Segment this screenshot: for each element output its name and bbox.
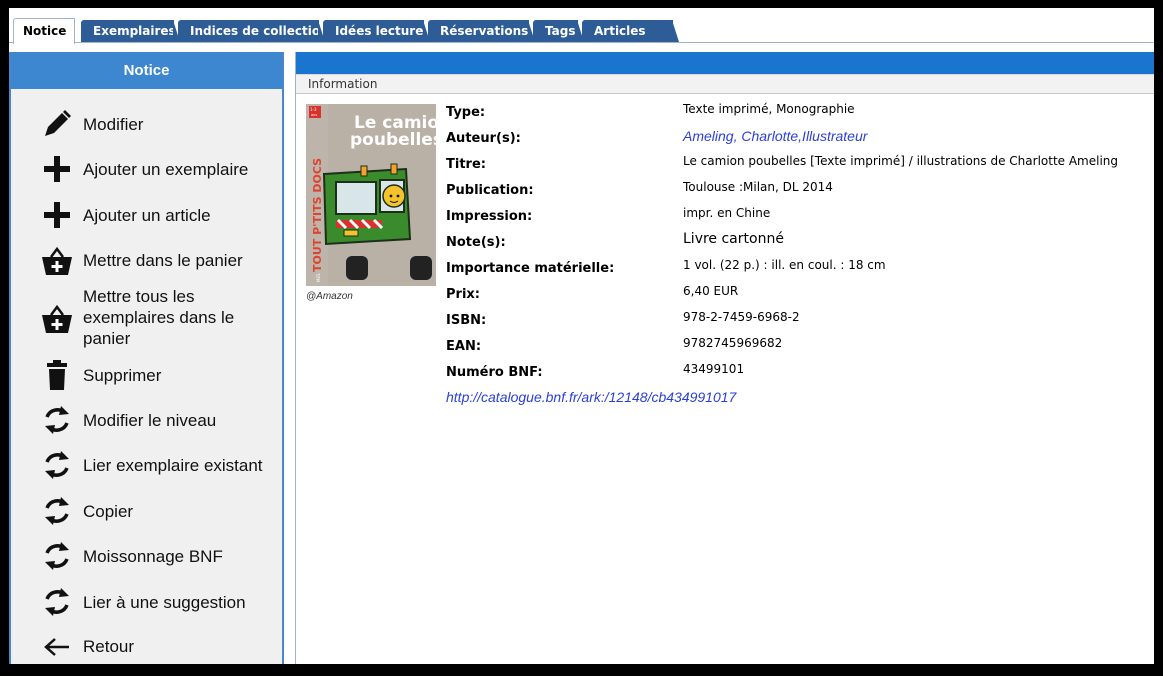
- menu-item-label: Lier exemplaire existant: [83, 456, 263, 475]
- menu-item-label: Copier: [83, 502, 134, 521]
- refresh-icon: [40, 448, 74, 482]
- book-cover-image: 1-3 ans TOUT P'TITS DOCS MES Le camion p…: [306, 104, 436, 286]
- app-window: Notice Exemplaires Indices de collection…: [9, 8, 1154, 664]
- menu-item-ajouter-exemplaire[interactable]: Ajouter un exemplaire: [11, 151, 282, 187]
- menu-item-retour[interactable]: Retour: [11, 629, 282, 664]
- menu-item-label: Modifier: [83, 115, 144, 134]
- menu-item-copier[interactable]: Copier: [11, 492, 282, 530]
- field-notes-label: Note(s):: [446, 235, 506, 250]
- svg-text:MES: MES: [316, 273, 321, 282]
- svg-text:ans: ans: [311, 113, 317, 117]
- field-bnf-value: 43499101: [683, 362, 745, 376]
- menu-item-mettre-dans-panier[interactable]: Mettre dans le panier: [11, 242, 282, 280]
- tab-indices-de-collection[interactable]: Indices de collection: [178, 20, 329, 42]
- menu-item-label: Ajouter un article: [83, 206, 211, 225]
- basket-plus-icon: [40, 245, 74, 279]
- menu-item-label: Ajouter un exemplaire: [83, 160, 249, 179]
- tab-exemplaires[interactable]: Exemplaires: [81, 20, 180, 42]
- menu-item-label: Supprimer: [83, 366, 162, 385]
- field-titre-value: Le camion poubelles [Texte imprimé] / il…: [683, 154, 1119, 168]
- tab-idees-lectures[interactable]: Idées lectures: [323, 20, 431, 42]
- main-panel: Information 1-3 ans TOUT P'TITS DOCS MES…: [295, 52, 1154, 664]
- field-prix-value: 6,40 EUR: [683, 284, 739, 298]
- menu-item-label: Modifier le niveau: [83, 411, 217, 430]
- field-type-label: Type:: [446, 105, 486, 120]
- field-auteur-link[interactable]: Ameling, Charlotte,Illustrateur: [683, 128, 867, 144]
- tab-articles[interactable]: Articles: [582, 20, 679, 42]
- refresh-icon: [40, 585, 74, 619]
- arrow-left-icon: [40, 630, 74, 664]
- section-title: Information: [296, 74, 1154, 94]
- menu-item-lier-exemplaire-existant[interactable]: Lier exemplaire existant: [11, 446, 282, 484]
- tab-reservations[interactable]: Réservations: [428, 20, 535, 42]
- menu-item-label: Lier à une suggestion: [83, 593, 246, 612]
- svg-text:poubelles: poubelles: [350, 130, 436, 150]
- main-header-bar: [296, 52, 1154, 74]
- field-ean-label: EAN:: [446, 339, 482, 354]
- tab-bar: Notice Exemplaires Indices de collection…: [9, 8, 1154, 44]
- field-titre-label: Titre:: [446, 157, 486, 172]
- field-type-value: Texte imprimé, Monographie: [683, 102, 855, 116]
- field-auteur-label: Auteur(s):: [446, 131, 521, 146]
- menu-item-moissonnage-bnf[interactable]: Moissonnage BNF: [11, 537, 282, 575]
- svg-text:1-3: 1-3: [310, 107, 317, 112]
- field-importance-value: 1 vol. (22 p.) : ill. en coul. : 18 cm: [683, 258, 886, 272]
- basket-plus-icon: [40, 303, 74, 337]
- pencil-icon: [40, 107, 74, 141]
- menu-item-ajouter-article[interactable]: Ajouter un article: [11, 197, 282, 233]
- field-bnf-label: Numéro BNF:: [446, 365, 543, 380]
- menu-item-modifier-niveau[interactable]: Modifier le niveau: [11, 401, 282, 439]
- field-isbn-label: ISBN:: [446, 313, 487, 328]
- field-isbn-value: 978-2-7459-6968-2: [683, 310, 800, 324]
- plus-icon: [40, 198, 74, 232]
- field-ean-value: 9782745969682: [683, 336, 783, 350]
- menu-item-label: Mettre tous les exemplaires dans le pani…: [83, 287, 235, 348]
- menu-item-modifier[interactable]: Modifier: [11, 106, 282, 142]
- menu-item-label: Mettre dans le panier: [83, 251, 243, 270]
- menu-item-lier-suggestion[interactable]: Lier à une suggestion: [11, 583, 282, 621]
- field-impression-value: impr. en Chine: [683, 206, 771, 220]
- menu-item-label: Retour: [83, 637, 135, 656]
- tab-tags[interactable]: Tags: [533, 20, 584, 42]
- tab-divider: [9, 42, 1154, 43]
- field-notes-value: Livre cartonné: [683, 231, 784, 247]
- menu-item-label: Moissonnage BNF: [83, 547, 223, 566]
- menu-item-mettre-tous-exemplaires-panier[interactable]: Mettre tous les exemplaires dans le pani…: [11, 284, 282, 352]
- field-publication-value: Toulouse :Milan, DL 2014: [683, 180, 833, 194]
- trash-icon: [40, 358, 74, 392]
- sidebar-title: Notice: [11, 52, 282, 89]
- bnf-catalogue-link[interactable]: http://catalogue.bnf.fr/ark:/12148/cb434…: [446, 389, 736, 405]
- field-importance-label: Importance matérielle:: [446, 261, 615, 276]
- svg-text:TOUT P'TITS DOCS: TOUT P'TITS DOCS: [311, 158, 324, 272]
- menu-item-supprimer[interactable]: Supprimer: [11, 356, 282, 394]
- field-impression-label: Impression:: [446, 209, 533, 224]
- plus-icon: [40, 152, 74, 186]
- refresh-icon: [40, 403, 74, 437]
- refresh-icon: [40, 494, 74, 528]
- sidebar: Notice Modifier Ajouter un exemplaire Aj…: [9, 52, 284, 664]
- refresh-icon: [40, 539, 74, 573]
- field-publication-label: Publication:: [446, 183, 534, 198]
- cover-credit: @Amazon: [306, 291, 353, 302]
- field-prix-label: Prix:: [446, 287, 480, 302]
- tab-notice[interactable]: Notice: [13, 18, 75, 44]
